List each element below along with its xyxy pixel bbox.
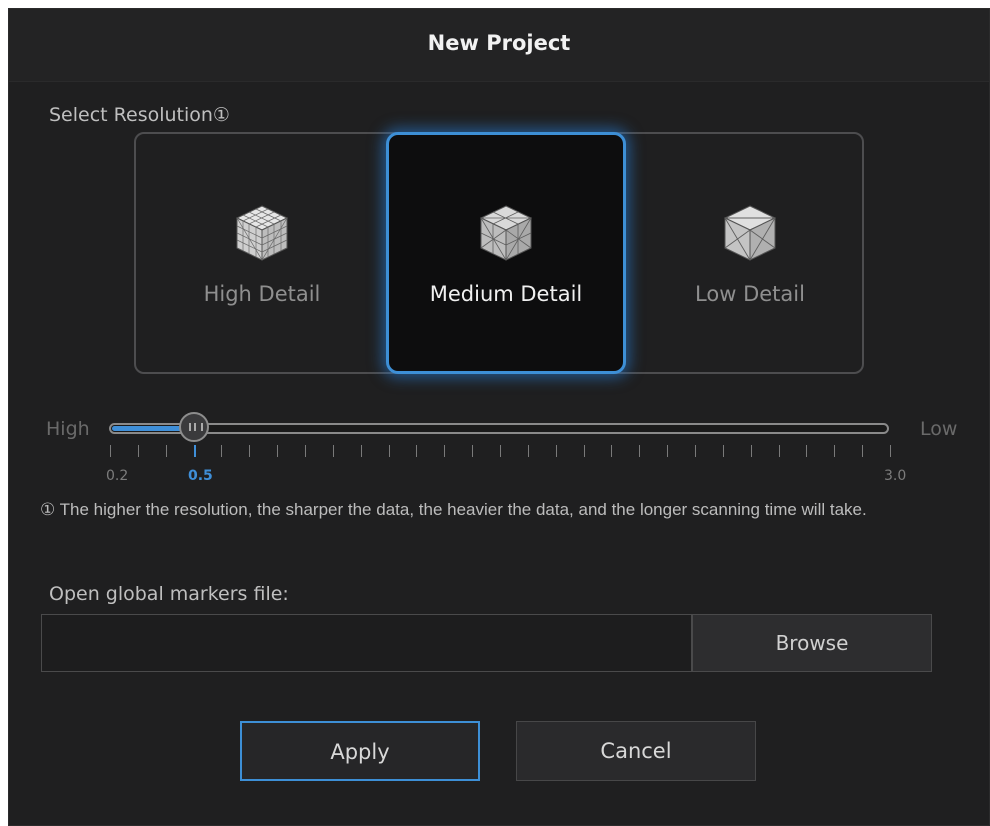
slider-tick <box>249 445 251 457</box>
dialog-titlebar: New Project <box>9 9 989 82</box>
slider-tick <box>695 445 696 457</box>
cancel-button[interactable]: Cancel <box>516 721 756 781</box>
slider-tick <box>667 445 669 457</box>
resolution-option-low[interactable]: Low Detail <box>630 132 870 374</box>
browse-button[interactable]: Browse <box>692 614 932 672</box>
resolution-option-label: Medium Detail <box>429 282 583 306</box>
slider-tick <box>722 445 724 457</box>
dense-mesh-cube-icon <box>235 205 289 261</box>
slider-tick <box>221 445 223 457</box>
slider-tick <box>806 445 808 457</box>
slider-tick <box>834 445 836 457</box>
slider-min-label: 0.2 <box>106 468 129 484</box>
slider-tick <box>444 445 446 457</box>
markers-file-label: Open global markers file: <box>49 583 289 605</box>
slider-high-label: High <box>46 418 90 440</box>
resolution-note: ① The higher the resolution, the sharper… <box>40 500 867 519</box>
slider-tick <box>277 445 279 457</box>
medium-mesh-cube-icon <box>479 205 533 261</box>
resolution-option-label: High Detail <box>203 282 321 306</box>
resolution-option-label: Low Detail <box>695 282 805 306</box>
slider-value-label: 0.5 <box>188 468 213 484</box>
slider-tick <box>500 445 501 457</box>
slider-tick <box>890 445 891 457</box>
slider-tick <box>360 445 362 457</box>
resolution-slider-track[interactable] <box>109 423 889 434</box>
slider-tick <box>527 445 529 457</box>
sparse-mesh-cube-icon <box>723 205 777 261</box>
dialog-title: New Project <box>427 31 571 55</box>
resolution-option-medium[interactable]: Medium Detail <box>386 132 626 374</box>
slider-tick <box>862 445 864 457</box>
slider-tick <box>583 445 585 457</box>
slider-tick <box>750 445 752 457</box>
slider-ticks <box>110 445 892 459</box>
slider-tick <box>472 445 474 457</box>
grip-icon <box>188 423 203 431</box>
slider-tick <box>332 445 334 457</box>
slider-tick <box>110 445 111 457</box>
slider-tick <box>555 445 557 457</box>
slider-tick <box>639 445 641 457</box>
markers-file-input[interactable] <box>41 614 692 672</box>
slider-tick <box>137 445 139 457</box>
slider-tick <box>388 445 390 457</box>
resolution-slider-thumb[interactable] <box>178 412 209 442</box>
slider-low-label: Low <box>920 418 958 440</box>
slider-tick <box>611 445 613 457</box>
slider-tick <box>165 445 167 457</box>
apply-button[interactable]: Apply <box>240 721 480 781</box>
resolution-option-high[interactable]: High Detail <box>142 132 382 374</box>
select-resolution-label: Select Resolution① <box>49 104 230 126</box>
new-project-dialog: New Project <box>8 8 990 826</box>
slider-max-label: 3.0 <box>884 468 907 484</box>
slider-tick <box>416 445 418 457</box>
slider-tick <box>193 445 196 457</box>
slider-tick <box>305 445 306 457</box>
slider-tick <box>778 445 780 457</box>
